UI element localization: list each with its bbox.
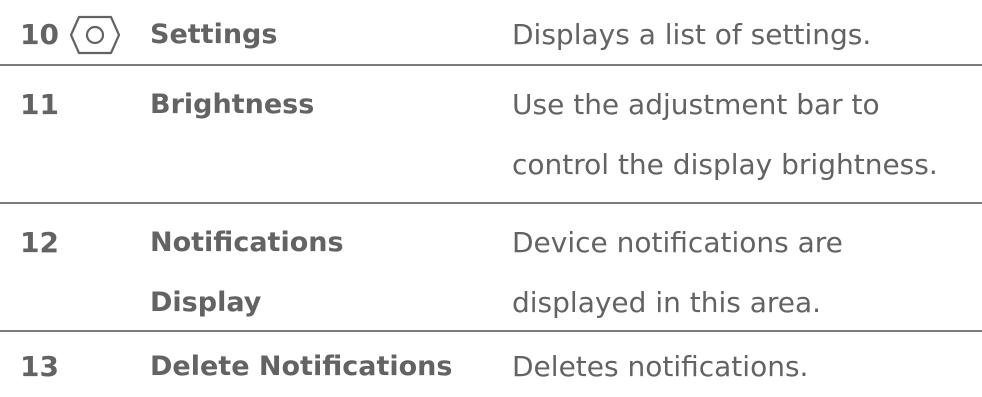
feature-name-line: Notifications — [150, 227, 344, 258]
feature-description: Displays a list of settings. — [512, 5, 982, 65]
description-line: Displays a list of settings. — [512, 18, 872, 51]
feature-description: Use the adjustment bar to control the di… — [512, 75, 982, 195]
feature-name: Delete Notifications — [150, 351, 453, 382]
row-number: 11 — [20, 88, 59, 121]
description-line: control the display brightness. — [512, 148, 938, 181]
description-line: displayed in this area. — [512, 286, 822, 319]
description-line: Device notifications are — [512, 226, 843, 259]
feature-description: Deletes notifications. — [512, 337, 982, 397]
table-row: 13 Delete Notifications Deletes notifica… — [0, 332, 982, 396]
feature-name: Brightness — [150, 89, 315, 120]
feature-name: Notifications Display — [150, 213, 512, 333]
row-number: 10 — [20, 18, 59, 51]
description-line: Deletes notifications. — [512, 350, 809, 383]
row-number-cell: 10 — [0, 12, 150, 58]
table-row: 11 Brightness Use the adjustment bar to … — [0, 66, 982, 204]
row-number-cell: 12 — [0, 220, 150, 266]
row-number-cell: 13 — [0, 344, 150, 390]
feature-name: Settings — [150, 19, 278, 50]
table-row: 12 Notifications Display Device notifica… — [0, 204, 982, 332]
row-number: 12 — [20, 226, 59, 259]
feature-description: Device notifications are displayed in th… — [512, 213, 982, 333]
table-row: 10 Settings Displays a list of settings. — [0, 0, 982, 66]
settings-hexagon-icon — [69, 15, 121, 55]
description-line: Use the adjustment bar to — [512, 88, 880, 121]
row-number: 13 — [20, 350, 59, 383]
row-number-cell: 11 — [0, 82, 150, 128]
feature-table: 10 Settings Displays a list of settings.… — [0, 0, 982, 396]
feature-name-line: Display — [150, 287, 262, 318]
